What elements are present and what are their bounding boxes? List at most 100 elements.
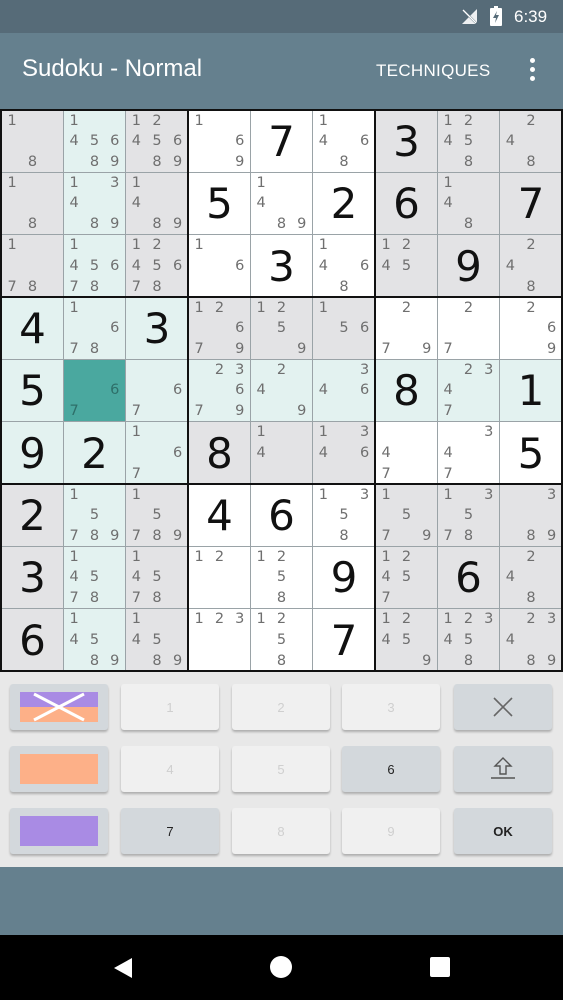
cell-r2-c2[interactable]: 1 3 489 bbox=[64, 173, 125, 234]
cell-r2-c9[interactable]: 7 bbox=[500, 173, 562, 234]
cell-r2-c5[interactable]: 1 489 bbox=[251, 173, 312, 234]
cell-r3-c8[interactable]: 9 bbox=[438, 235, 499, 297]
cell-r9-c4[interactable]: 123 bbox=[189, 609, 250, 671]
cell-r8-c8[interactable]: 6 bbox=[438, 547, 499, 608]
cell-r4-c6[interactable]: 156 bbox=[313, 298, 375, 359]
ok-button[interactable]: OK bbox=[454, 808, 552, 854]
cell-r4-c1[interactable]: 4 bbox=[2, 298, 63, 359]
cell-r9-c3[interactable]: 1 45 89 bbox=[126, 609, 188, 671]
cell-r2-c8[interactable]: 1 48 bbox=[438, 173, 499, 234]
number-key-5[interactable]: 5 bbox=[232, 746, 330, 792]
cell-r8-c2[interactable]: 1 4578 bbox=[64, 547, 125, 608]
cell-r5-c5[interactable]: 24 9 bbox=[251, 360, 312, 421]
cell-r5-c4[interactable]: 23 6 7 9 bbox=[189, 360, 250, 421]
cell-r3-c6[interactable]: 1 4 68 bbox=[313, 235, 375, 297]
cell-r6-c7[interactable]: 47 bbox=[376, 422, 437, 484]
cell-r6-c9[interactable]: 5 bbox=[500, 422, 562, 484]
cell-r9-c6[interactable]: 7 bbox=[313, 609, 375, 671]
home-icon[interactable] bbox=[269, 955, 293, 979]
number-key-1[interactable]: 1 bbox=[121, 684, 219, 730]
purple-swatch[interactable] bbox=[10, 808, 108, 854]
number-key-3[interactable]: 3 bbox=[342, 684, 440, 730]
cell-r8-c7[interactable]: 12457 bbox=[376, 547, 437, 608]
cell-r2-c3[interactable]: 1 489 bbox=[126, 173, 188, 234]
cell-r2-c6[interactable]: 2 bbox=[313, 173, 375, 234]
cell-r1-c8[interactable]: 1245 8 bbox=[438, 111, 499, 172]
cell-r1-c7[interactable]: 3 bbox=[376, 111, 437, 172]
cell-r3-c3[interactable]: 12456 78 bbox=[126, 235, 188, 297]
cell-r7-c4[interactable]: 4 bbox=[189, 485, 250, 546]
more-vert-icon[interactable] bbox=[520, 55, 544, 85]
number-key-9[interactable]: 9 bbox=[342, 808, 440, 854]
cell-r6-c8[interactable]: 3 4 7 bbox=[438, 422, 499, 484]
cell-r5-c8[interactable]: 23 4 7 bbox=[438, 360, 499, 421]
cell-r8-c1[interactable]: 3 bbox=[2, 547, 63, 608]
cell-r5-c2[interactable]: 67 bbox=[64, 360, 125, 421]
cell-r7-c1[interactable]: 2 bbox=[2, 485, 63, 546]
clear-button[interactable] bbox=[454, 684, 552, 730]
cell-r5-c9[interactable]: 1 bbox=[500, 360, 562, 421]
cell-r6-c6[interactable]: 1 3 4 6 bbox=[313, 422, 375, 484]
cell-r7-c8[interactable]: 1 3578 bbox=[438, 485, 499, 546]
cell-r4-c2[interactable]: 1678 bbox=[64, 298, 125, 359]
cell-r4-c3[interactable]: 3 bbox=[126, 298, 188, 359]
cell-r4-c7[interactable]: 2 7 9 bbox=[376, 298, 437, 359]
cell-r7-c7[interactable]: 1579 bbox=[376, 485, 437, 546]
cell-r5-c6[interactable]: 3 4 6 bbox=[313, 360, 375, 421]
cell-r7-c3[interactable]: 15789 bbox=[126, 485, 188, 546]
cell-r8-c9[interactable]: 248 bbox=[500, 547, 562, 608]
cell-r8-c5[interactable]: 12 5 8 bbox=[251, 547, 312, 608]
cell-r7-c6[interactable]: 1 35 8 bbox=[313, 485, 375, 546]
cell-r1-c6[interactable]: 1 4 68 bbox=[313, 111, 375, 172]
cross-color-swatch[interactable] bbox=[10, 684, 108, 730]
cell-r4-c8[interactable]: 27 bbox=[438, 298, 499, 359]
cell-r2-c1[interactable]: 18 bbox=[2, 173, 63, 234]
cell-r4-c9[interactable]: 26 9 bbox=[500, 298, 562, 359]
cell-r2-c7[interactable]: 6 bbox=[376, 173, 437, 234]
number-key-8[interactable]: 8 bbox=[232, 808, 330, 854]
cell-r3-c9[interactable]: 248 bbox=[500, 235, 562, 297]
cell-r1-c3[interactable]: 1245689 bbox=[126, 111, 188, 172]
number-key-2[interactable]: 2 bbox=[232, 684, 330, 730]
cell-r4-c5[interactable]: 12 59 bbox=[251, 298, 312, 359]
cell-r9-c2[interactable]: 1 45 89 bbox=[64, 609, 125, 671]
cell-r9-c8[interactable]: 123 45 8 bbox=[438, 609, 499, 671]
cell-r8-c3[interactable]: 1 4578 bbox=[126, 547, 188, 608]
cell-r1-c1[interactable]: 18 bbox=[2, 111, 63, 172]
cell-r6-c4[interactable]: 8 bbox=[189, 422, 250, 484]
cell-r5-c1[interactable]: 5 bbox=[2, 360, 63, 421]
cell-r4-c4[interactable]: 126 7 9 bbox=[189, 298, 250, 359]
cell-r3-c4[interactable]: 16 bbox=[189, 235, 250, 297]
cell-r3-c5[interactable]: 3 bbox=[251, 235, 312, 297]
cell-r6-c5[interactable]: 14 bbox=[251, 422, 312, 484]
cell-r8-c6[interactable]: 9 bbox=[313, 547, 375, 608]
number-key-7[interactable]: 7 bbox=[121, 808, 219, 854]
cell-r3-c7[interactable]: 1245 bbox=[376, 235, 437, 297]
cell-r6-c2[interactable]: 2 bbox=[64, 422, 125, 484]
cell-r1-c4[interactable]: 1 6 9 bbox=[189, 111, 250, 172]
back-icon[interactable] bbox=[112, 956, 134, 980]
cell-r3-c2[interactable]: 1 456 78 bbox=[64, 235, 125, 297]
undo-button[interactable] bbox=[454, 746, 552, 792]
number-key-6[interactable]: 6 bbox=[342, 746, 440, 792]
techniques-button[interactable]: TECHNIQUES bbox=[376, 61, 490, 81]
cell-r9-c7[interactable]: 12459 bbox=[376, 609, 437, 671]
cell-r9-c9[interactable]: 23 489 bbox=[500, 609, 562, 671]
cell-r7-c5[interactable]: 6 bbox=[251, 485, 312, 546]
cell-r7-c9[interactable]: 3 89 bbox=[500, 485, 562, 546]
cell-r1-c5[interactable]: 7 bbox=[251, 111, 312, 172]
cell-r9-c5[interactable]: 12 5 8 bbox=[251, 609, 312, 671]
cell-r5-c7[interactable]: 8 bbox=[376, 360, 437, 421]
number-key-4[interactable]: 4 bbox=[121, 746, 219, 792]
cell-r9-c1[interactable]: 6 bbox=[2, 609, 63, 671]
cell-r1-c9[interactable]: 248 bbox=[500, 111, 562, 172]
cell-r1-c2[interactable]: 1 45689 bbox=[64, 111, 125, 172]
cell-r6-c1[interactable]: 9 bbox=[2, 422, 63, 484]
cell-r5-c3[interactable]: 67 bbox=[126, 360, 188, 421]
cell-r6-c3[interactable]: 1 6 7 bbox=[126, 422, 188, 484]
cell-r3-c1[interactable]: 1 78 bbox=[2, 235, 63, 297]
cell-r2-c4[interactable]: 5 bbox=[189, 173, 250, 234]
orange-swatch[interactable] bbox=[10, 746, 108, 792]
cell-r8-c4[interactable]: 12 bbox=[189, 547, 250, 608]
recents-icon[interactable] bbox=[430, 957, 450, 977]
